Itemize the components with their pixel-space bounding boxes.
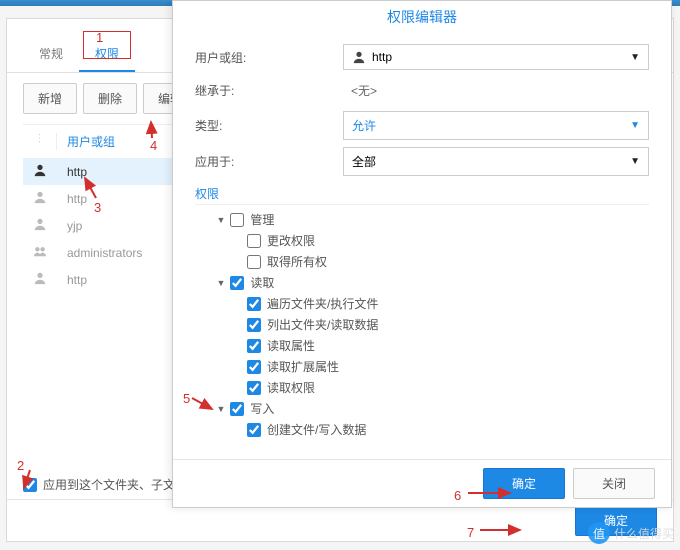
user-icon — [23, 271, 57, 288]
tab-general[interactable]: 常规 — [23, 37, 79, 72]
tree-node[interactable]: 读取扩展属性 — [195, 356, 649, 377]
inherit-value: <无> — [343, 77, 649, 104]
read-traverse-checkbox[interactable] — [247, 297, 261, 311]
modal-title: 权限编辑器 — [173, 1, 671, 33]
add-button[interactable]: 新增 — [23, 83, 77, 114]
group-icon — [23, 244, 57, 261]
user-icon — [23, 163, 57, 180]
modal-ok-button[interactable]: 确定 — [483, 468, 565, 499]
tree-node[interactable]: 读取属性 — [195, 335, 649, 356]
write-checkbox[interactable] — [230, 402, 244, 416]
permission-tree: ▼ 管理 更改权限 取得所有权 ▼ 读取 遍历文件夹/执行文件 列出文件夹/读取… — [195, 207, 649, 444]
tree-node-write[interactable]: ▼ 写入 — [195, 398, 649, 419]
tree-node[interactable]: 更改权限 — [195, 230, 649, 251]
user-select[interactable]: http ▼ — [343, 44, 649, 70]
user-field-label: 用户或组: — [195, 49, 343, 66]
tree-node[interactable]: 列出文件夹/读取数据 — [195, 314, 649, 335]
applyto-field-label: 应用于: — [195, 153, 343, 170]
tree-node-read[interactable]: ▼ 读取 — [195, 272, 649, 293]
tree-node[interactable]: 取得所有权 — [195, 251, 649, 272]
watermark: 值 什么值得买 — [588, 522, 674, 544]
collapse-icon[interactable]: ▼ — [215, 404, 227, 414]
write-create-checkbox[interactable] — [247, 423, 261, 437]
take-owner-checkbox[interactable] — [247, 255, 261, 269]
read-perm-checkbox[interactable] — [247, 381, 261, 395]
user-icon — [23, 190, 57, 207]
apply-to-subfolders-checkbox[interactable] — [23, 478, 37, 492]
modal-close-button[interactable]: 关闭 — [573, 468, 655, 499]
permission-section-header: 权限 — [195, 183, 649, 205]
change-perm-checkbox[interactable] — [247, 234, 261, 248]
collapse-icon[interactable]: ▼ — [215, 215, 227, 225]
read-extattr-checkbox[interactable] — [247, 360, 261, 374]
type-field-label: 类型: — [195, 117, 343, 134]
inherit-field-label: 继承于: — [195, 82, 343, 99]
admin-checkbox[interactable] — [230, 213, 244, 227]
permission-editor-modal: 权限编辑器 用户或组: http ▼ 继承于: <无> 类型: 允许 ▼ 应用于… — [172, 0, 672, 508]
tree-node-admin[interactable]: ▼ 管理 — [195, 209, 649, 230]
chevron-down-icon: ▼ — [630, 156, 640, 167]
read-checkbox[interactable] — [230, 276, 244, 290]
read-list-checkbox[interactable] — [247, 318, 261, 332]
tree-node[interactable]: 读取权限 — [195, 377, 649, 398]
type-select[interactable]: 允许 ▼ — [343, 111, 649, 140]
chevron-down-icon: ▼ — [630, 52, 640, 63]
list-header-user-group: 用户或组 — [57, 133, 115, 150]
applyto-select[interactable]: 全部 ▼ — [343, 147, 649, 176]
user-icon — [23, 217, 57, 234]
delete-button[interactable]: 删除 — [83, 83, 137, 114]
chevron-down-icon: ▼ — [630, 120, 640, 131]
tree-node[interactable]: 创建文件/写入数据 — [195, 419, 649, 440]
apply-to-subfolders-label: 应用到这个文件夹、子文 — [43, 476, 175, 493]
read-attr-checkbox[interactable] — [247, 339, 261, 353]
collapse-icon[interactable]: ▼ — [215, 278, 227, 288]
tab-permission[interactable]: 权限 — [79, 37, 135, 72]
watermark-text: 什么值得买 — [614, 525, 674, 542]
tree-node[interactable]: 遍历文件夹/执行文件 — [195, 293, 649, 314]
watermark-logo-icon: 值 — [588, 522, 610, 544]
